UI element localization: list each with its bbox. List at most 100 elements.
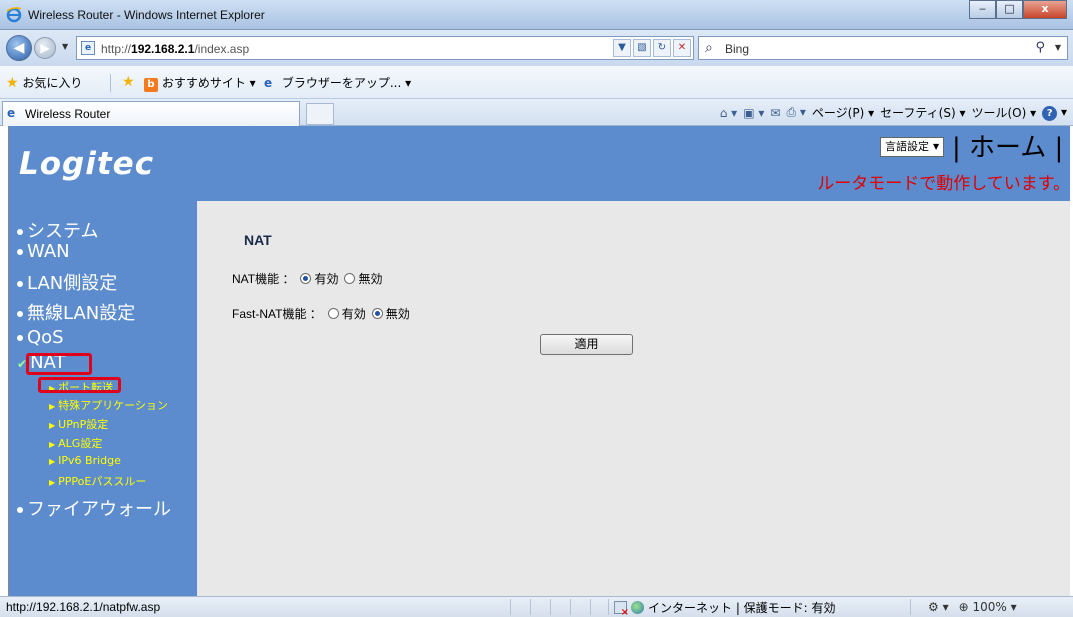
search-options-icon[interactable]: ▼ bbox=[1055, 43, 1061, 52]
bullet-icon bbox=[17, 507, 23, 513]
blocked-content-icon[interactable] bbox=[614, 601, 629, 617]
fast-nat-function-label: Fast-NAT機能 ： bbox=[232, 307, 322, 321]
suggested-sites-icon: b bbox=[144, 78, 158, 92]
page-menu[interactable]: ページ(P) ▾ bbox=[812, 104, 874, 121]
apply-button[interactable]: 適用 bbox=[540, 334, 633, 355]
mode-message: ルータモードで動作しています。 bbox=[817, 174, 1070, 194]
safety-menu[interactable]: セーフティ(S) ▾ bbox=[880, 104, 965, 121]
ie-icon: e bbox=[7, 106, 16, 120]
window-title: Wireless Router - Windows Internet Explo… bbox=[28, 8, 265, 22]
ie-icon bbox=[6, 7, 22, 23]
fast-nat-disable-radio[interactable] bbox=[371, 308, 383, 319]
nat-disable-radio[interactable] bbox=[344, 273, 356, 284]
stop-icon[interactable]: ✕ bbox=[673, 39, 691, 57]
star-icon: ★ bbox=[6, 75, 19, 91]
nat-function-row: NAT機能 ： 有効 無効 bbox=[232, 270, 382, 287]
status-bar: http://192.168.2.1/natpfw.asp インターネット | … bbox=[0, 596, 1073, 617]
zoom-icon: ⊕ bbox=[958, 600, 969, 614]
search-box[interactable]: ⌕ Bing ⚲ ▼ bbox=[698, 36, 1068, 60]
fast-nat-disable-label[interactable]: 無効 bbox=[386, 305, 410, 322]
sidebar-subitem-upnp[interactable]: ▶ UPnP設定 bbox=[49, 416, 108, 432]
sidebar-item-wireless-lan[interactable]: 無線LAN設定 bbox=[17, 299, 135, 325]
bullet-icon bbox=[17, 229, 23, 235]
nat-disable-label[interactable]: 無効 bbox=[358, 270, 382, 287]
bullet-icon bbox=[17, 335, 23, 341]
help-icon: ? bbox=[1042, 105, 1058, 121]
title-bar: Wireless Router - Windows Internet Explo… bbox=[0, 0, 1073, 30]
help-menu[interactable]: ? ▾ bbox=[1042, 105, 1067, 121]
divider bbox=[510, 599, 511, 615]
address-bar[interactable]: e http://192.168.2.1/index.asp ▼ ▧ ↻ ✕ bbox=[76, 36, 694, 60]
bullet-icon bbox=[17, 281, 23, 287]
router-page: Logitec 言語設定 ▼ | ホーム | ルータモードで動作しています。 シス… bbox=[8, 126, 1070, 596]
fast-nat-enable-label[interactable]: 有効 bbox=[342, 305, 366, 322]
sidebar-subitem-special-applications[interactable]: ▶ 特殊アプリケーション bbox=[49, 397, 168, 413]
address-url[interactable]: http://192.168.2.1/index.asp bbox=[101, 42, 249, 56]
divider bbox=[110, 74, 111, 92]
triangle-icon: ▶ bbox=[49, 478, 56, 487]
close-button[interactable]: x bbox=[1023, 0, 1067, 19]
sidebar-subitem-pppoe-passthrough[interactable]: ▶ PPPoEパススルー bbox=[49, 473, 146, 489]
favorites-bar: ★ お気に入り ★ b おすすめサイト ▾ e ブラウザーをアップ... ▾ bbox=[0, 66, 1073, 99]
sidebar-item-system[interactable]: システム bbox=[17, 217, 98, 243]
add-favorite-icon[interactable]: ★ bbox=[122, 74, 135, 90]
tab-bar: e Wireless Router ⌂ ▾ ▣ ▾ ✉ ⎙ ▾ ページ(P) ▾… bbox=[0, 99, 1073, 126]
status-url: http://192.168.2.1/natpfw.asp bbox=[6, 600, 161, 614]
triangle-icon: ▶ bbox=[49, 402, 56, 411]
divider bbox=[550, 599, 551, 615]
suggested-sites[interactable]: b おすすめサイト ▾ bbox=[144, 74, 256, 92]
nat-enable-radio[interactable] bbox=[300, 273, 312, 284]
divider bbox=[530, 599, 531, 615]
sidebar-item-wan[interactable]: WAN bbox=[17, 241, 70, 262]
compatibility-view-icon[interactable]: ▧ bbox=[633, 39, 651, 57]
main-content: NAT NAT機能 ： 有効 無効 Fast-NAT機能 ： 有効 無効 適用 bbox=[197, 201, 1070, 596]
sidebar-item-lan[interactable]: LAN側設定 bbox=[17, 269, 117, 295]
browser-upgrade-link[interactable]: e ブラウザーをアップ... ▾ bbox=[264, 74, 411, 91]
home-icon[interactable]: ⌂ ▾ bbox=[720, 106, 737, 120]
search-icon[interactable]: ⚲ bbox=[1035, 40, 1045, 55]
page-icon: e bbox=[81, 41, 95, 55]
address-toolbar: ◀ ▶ ▼ e http://192.168.2.1/index.asp ▼ ▧… bbox=[0, 30, 1073, 66]
divider bbox=[910, 599, 911, 615]
command-bar: ⌂ ▾ ▣ ▾ ✉ ⎙ ▾ ページ(P) ▾ セーフティ(S) ▾ ツール(O)… bbox=[720, 104, 1067, 121]
home-link[interactable]: | ホーム | bbox=[952, 127, 1063, 164]
minimize-button[interactable]: ‒ bbox=[969, 0, 996, 19]
tab-label: Wireless Router bbox=[25, 107, 111, 121]
search-provider-icon: ⌕ bbox=[705, 40, 713, 56]
forward-button[interactable]: ▶ bbox=[34, 37, 56, 59]
tools-menu[interactable]: ツール(O) ▾ bbox=[972, 104, 1037, 121]
bullet-icon bbox=[17, 249, 23, 255]
favorites-button[interactable]: ★ お気に入り bbox=[6, 74, 82, 91]
sidebar-subitem-alg[interactable]: ▶ ALG設定 bbox=[49, 435, 102, 451]
history-dropdown-icon[interactable]: ▼ bbox=[62, 42, 68, 51]
address-dropdown-icon[interactable]: ▼ bbox=[613, 39, 631, 57]
divider bbox=[608, 599, 609, 615]
divider bbox=[570, 599, 571, 615]
sidebar-subitem-ipv6-bridge[interactable]: ▶ IPv6 Bridge bbox=[49, 454, 121, 467]
refresh-icon[interactable]: ↻ bbox=[653, 39, 671, 57]
highlight-port-forwarding bbox=[38, 377, 121, 393]
security-zone[interactable]: インターネット | 保護モード: 有効 bbox=[614, 599, 836, 617]
section-title: NAT bbox=[244, 232, 272, 248]
window-controls: ‒ □ x bbox=[969, 0, 1067, 20]
maximize-button[interactable]: □ bbox=[996, 0, 1023, 19]
feeds-icon[interactable]: ▣ ▾ bbox=[743, 106, 764, 120]
fast-nat-enable-radio[interactable] bbox=[327, 308, 339, 319]
nat-function-label: NAT機能 ： bbox=[232, 272, 295, 286]
nat-enable-label[interactable]: 有効 bbox=[314, 270, 338, 287]
tab-wireless-router[interactable]: e Wireless Router bbox=[2, 101, 300, 126]
protected-mode-icon[interactable]: ⚙ ▾ bbox=[928, 600, 949, 614]
back-button[interactable]: ◀ bbox=[6, 35, 32, 61]
new-tab-button[interactable] bbox=[306, 103, 334, 125]
language-select[interactable]: 言語設定 ▼ bbox=[880, 137, 945, 157]
highlight-nat bbox=[26, 353, 92, 375]
sidebar-item-qos[interactable]: QoS bbox=[17, 327, 64, 348]
search-input[interactable]: Bing bbox=[725, 42, 749, 56]
mail-icon[interactable]: ✉ bbox=[770, 106, 780, 120]
sidebar-item-firewall[interactable]: ファイアウォール bbox=[17, 495, 171, 521]
sidebar-nav: システム WAN LAN側設定 無線LAN設定 QoS ✔ NAT ▶ ポート転送 … bbox=[9, 201, 197, 596]
print-icon[interactable]: ⎙ ▾ bbox=[786, 105, 805, 120]
zoom-level[interactable]: ⊕ 100% ▾ bbox=[959, 600, 1017, 614]
zoom-control[interactable]: ⚙ ▾ ⊕ 100% ▾ bbox=[928, 600, 1017, 614]
triangle-icon: ▶ bbox=[49, 440, 56, 449]
